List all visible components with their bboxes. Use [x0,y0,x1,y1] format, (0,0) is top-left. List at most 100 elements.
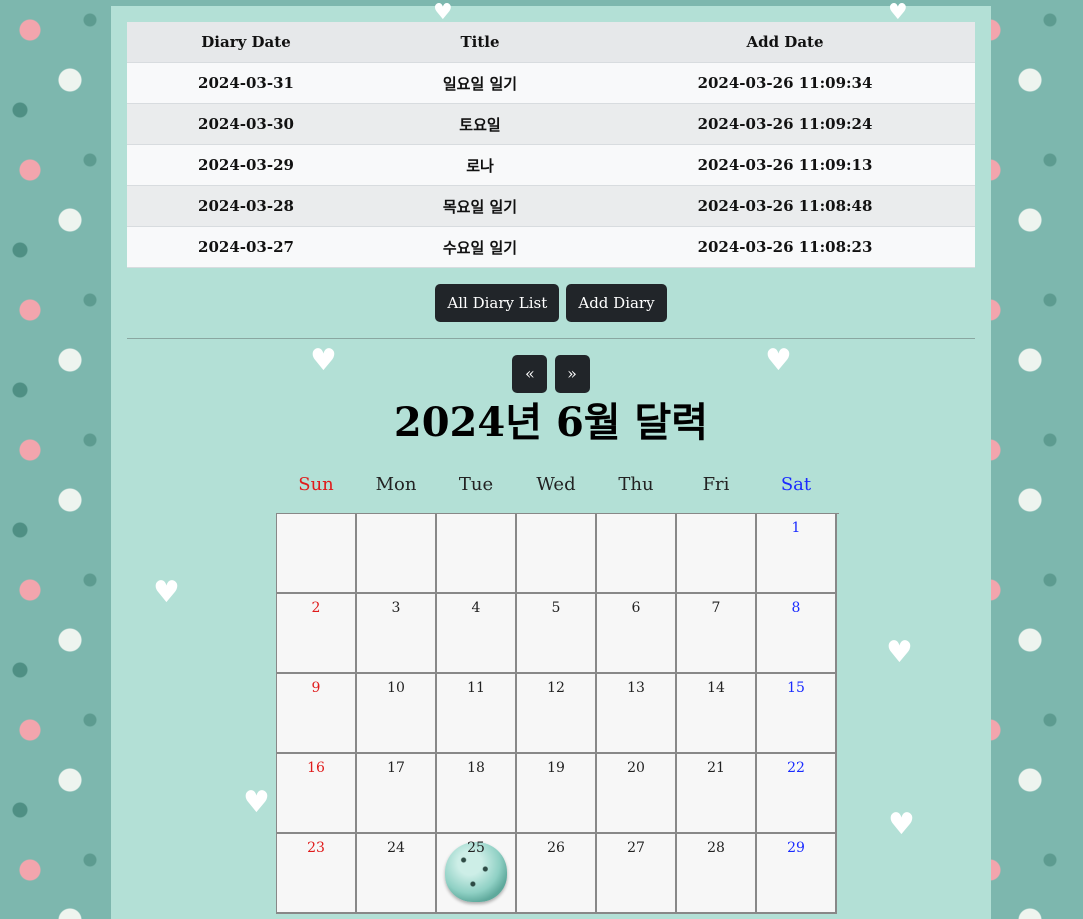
calendar-day-cell[interactable]: 2 [277,594,357,674]
calendar-day-cell[interactable]: 23 [277,834,357,914]
calendar-day-number: 14 [707,680,725,696]
row-title[interactable]: 로나 [365,144,595,186]
calendar-empty-cell [277,514,357,594]
calendar-day-number: 29 [787,840,805,856]
row-add-date: 2024-03-26 11:08:48 [595,185,975,227]
weekday-header: Sun Mon Tue Wed Thu Fri Sat [276,474,836,495]
calendar-empty-cell [677,514,757,594]
calendar-day-number: 18 [467,760,485,776]
row-add-date: 2024-03-26 11:09:24 [595,103,975,145]
row-title[interactable]: 목요일 일기 [365,185,595,227]
weekday-mon: Mon [375,474,417,495]
calendar-day-cell[interactable]: 19 [517,754,597,834]
heart-icon: ♥ [765,343,792,378]
calendar-day-cell[interactable]: 21 [677,754,757,834]
calendar-day-number: 3 [391,600,401,616]
action-buttons: All Diary List Add Diary [111,284,991,322]
calendar-day-number: 9 [311,680,321,696]
calendar-day-cell[interactable]: 22 [757,754,837,834]
calendar-day-cell[interactable]: 7 [677,594,757,674]
calendar-day-number: 6 [631,600,641,616]
calendar-day-cell[interactable]: 26 [517,834,597,914]
calendar-day-number: 13 [627,680,645,696]
weekday-sat: Sat [780,474,812,495]
next-month-button[interactable]: » [554,355,590,393]
calendar-empty-cell [437,514,517,594]
weekday-fri: Fri [702,474,730,495]
calendar-day-number: 4 [471,600,481,616]
weekday-wed: Wed [536,474,576,495]
heart-icon: ♥ [243,785,270,820]
header-title: Title [365,22,595,63]
row-diary-date: 2024-03-30 [127,103,365,145]
calendar-day-cell[interactable]: 10 [357,674,437,754]
heart-icon: ♥ [153,575,180,610]
diary-table: Diary Date Title Add Date 2024-03-31 일요일… [127,22,975,268]
heart-icon: ♥ [433,0,453,25]
calendar-day-cell[interactable]: 3 [357,594,437,674]
calendar-day-number: 28 [707,840,725,856]
calendar-day-cell[interactable]: 16 [277,754,357,834]
calendar-grid: 1 2 3 4 5 6 7 8 9 10 11 12 13 14 15 16 17 18 19 20 21 22 23 24 2… [276,513,839,914]
prev-month-button[interactable]: « [512,355,548,393]
heart-icon: ♥ [888,0,908,25]
table-row[interactable]: 2024-03-29 로나 2024-03-26 11:09:13 [127,144,975,186]
row-title[interactable]: 토요일 [365,103,595,145]
calendar-day-number: 25 [467,840,485,856]
calendar-day-cell[interactable]: 6 [597,594,677,674]
table-row[interactable]: 2024-03-28 목요일 일기 2024-03-26 11:08:48 [127,185,975,227]
table-row[interactable]: 2024-03-31 일요일 일기 2024-03-26 11:09:34 [127,62,975,104]
calendar-day-number: 11 [467,680,485,696]
calendar-day-number: 23 [307,840,325,856]
calendar-title: 2024년 6월 달력 [393,399,709,446]
all-diary-list-button[interactable]: All Diary List [435,284,560,322]
calendar-day-cell[interactable]: 29 [757,834,837,914]
calendar-day-number: 7 [711,600,721,616]
calendar-day-cell[interactable]: 12 [517,674,597,754]
calendar-day-number: 1 [791,520,801,536]
row-add-date: 2024-03-26 11:09:13 [595,144,975,186]
calendar-day-number: 21 [707,760,725,776]
calendar-day-cell[interactable]: 17 [357,754,437,834]
calendar-day-cell[interactable]: 18 [437,754,517,834]
calendar-day-cell[interactable]: 1 [757,514,837,594]
month-navigation: « » [111,355,991,393]
table-row[interactable]: 2024-03-27 수요일 일기 2024-03-26 11:08:23 [127,226,975,268]
calendar-day-cell[interactable]: 14 [677,674,757,754]
calendar-day-cell[interactable]: 8 [757,594,837,674]
calendar-day-number: 12 [547,680,565,696]
calendar-day-cell[interactable]: 4 [437,594,517,674]
calendar-empty-cell [517,514,597,594]
calendar-empty-cell [357,514,437,594]
calendar-day-cell[interactable]: 13 [597,674,677,754]
row-add-date: 2024-03-26 11:09:34 [595,62,975,104]
calendar-day-number: 24 [387,840,405,856]
weekday-sun: Sun [298,474,334,495]
calendar-day-cell[interactable]: 24 [357,834,437,914]
calendar-day-cell[interactable]: 11 [437,674,517,754]
row-add-date: 2024-03-26 11:08:23 [595,226,975,268]
calendar-day-number: 5 [551,600,561,616]
header-diary-date: Diary Date [127,22,365,63]
table-row[interactable]: 2024-03-30 토요일 2024-03-26 11:09:24 [127,103,975,145]
add-diary-button[interactable]: Add Diary [566,284,667,322]
table-header-row: Diary Date Title Add Date [127,22,975,63]
calendar-day-cell[interactable]: 9 [277,674,357,754]
heart-icon: ♥ [310,343,337,378]
calendar-day-number: 8 [791,600,801,616]
calendar-day-cell[interactable]: 15 [757,674,837,754]
main-panel: Diary Date Title Add Date 2024-03-31 일요일… [111,6,991,919]
row-title[interactable]: 일요일 일기 [365,62,595,104]
heart-icon: ♥ [886,635,913,670]
calendar-day-cell[interactable]: 27 [597,834,677,914]
calendar-day-number: 15 [787,680,805,696]
calendar-day-cell[interactable]: 25 [437,834,517,914]
calendar-day-cell[interactable]: 28 [677,834,757,914]
calendar-empty-cell [597,514,677,594]
calendar-day-cell[interactable]: 20 [597,754,677,834]
row-title[interactable]: 수요일 일기 [365,226,595,268]
calendar-day-cell[interactable]: 5 [517,594,597,674]
row-diary-date: 2024-03-27 [127,226,365,268]
row-diary-date: 2024-03-31 [127,62,365,104]
calendar-day-number: 19 [547,760,565,776]
